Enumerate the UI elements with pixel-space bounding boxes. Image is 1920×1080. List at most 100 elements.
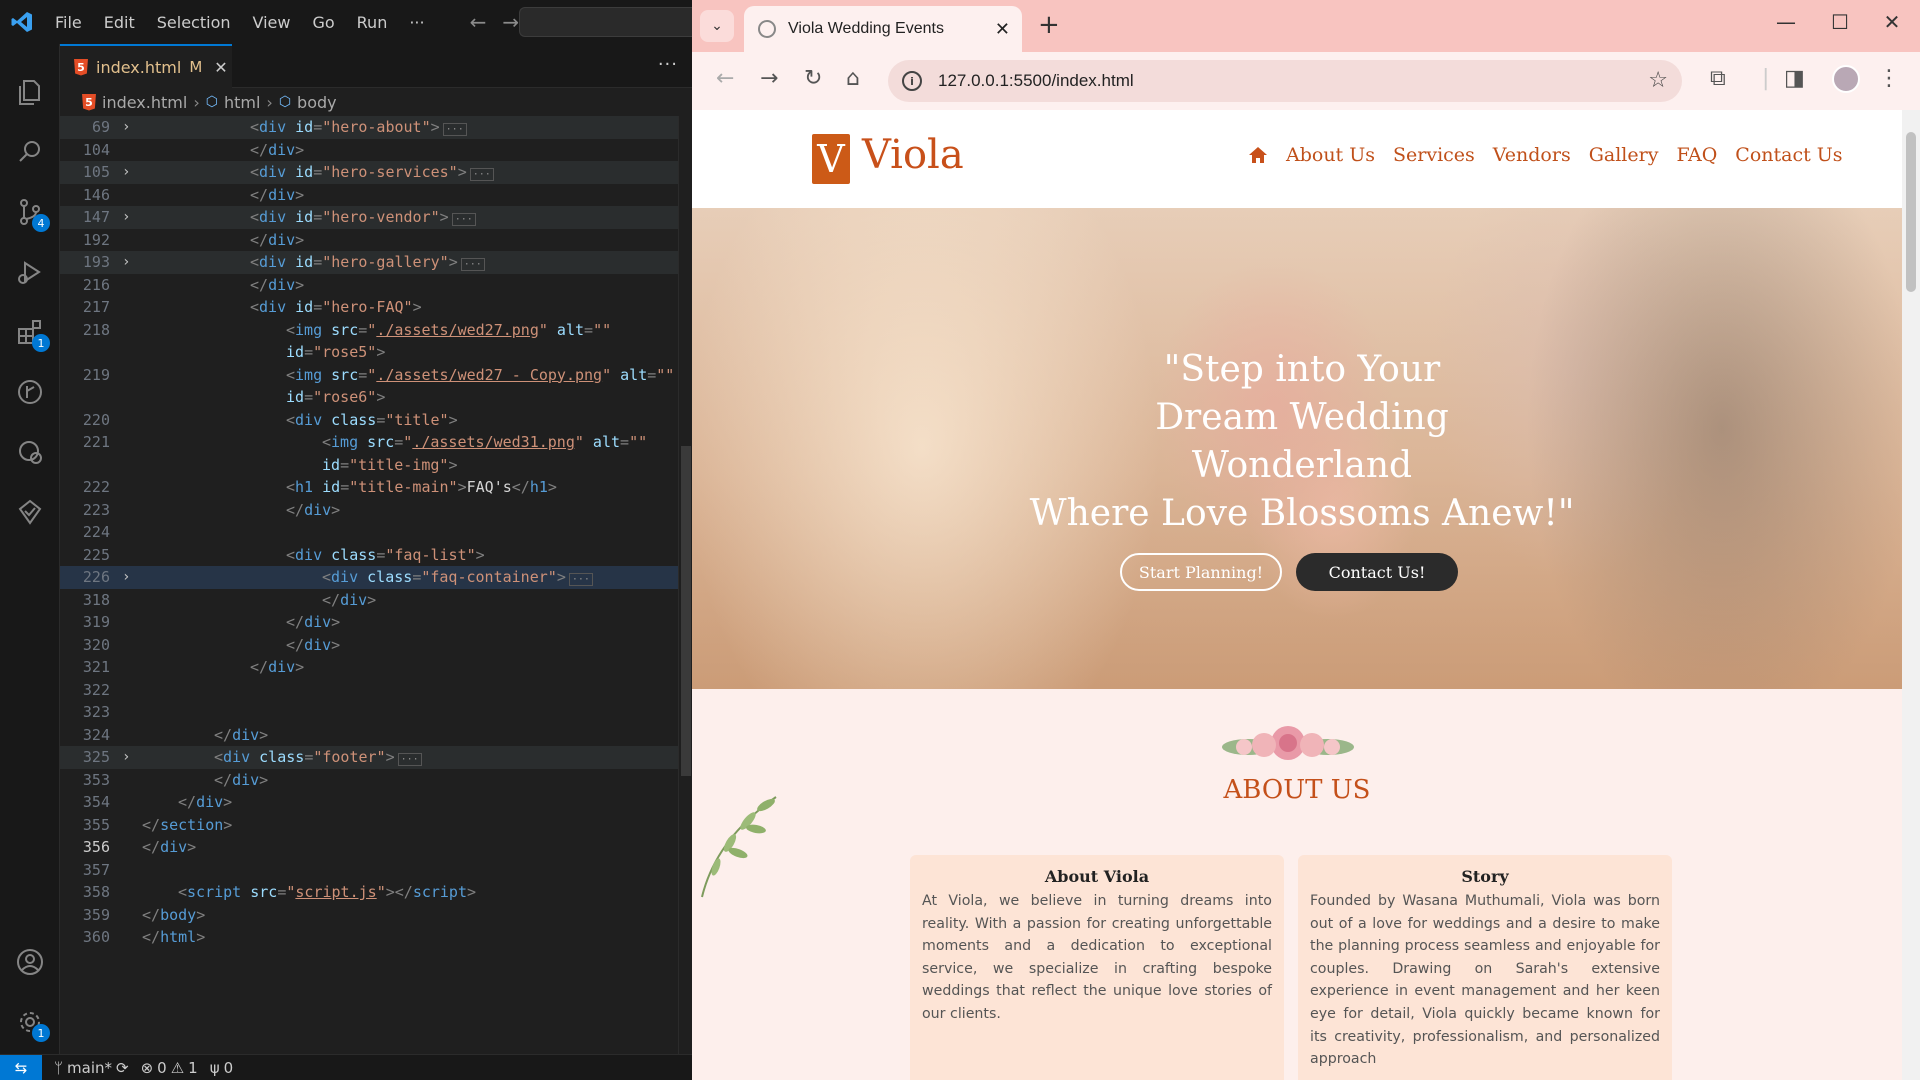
- tab-close-icon[interactable]: ✕: [214, 58, 227, 77]
- contact-us-button[interactable]: Contact Us!: [1296, 553, 1458, 591]
- code-line[interactable]: 320 </div>: [60, 634, 692, 657]
- accounts-icon[interactable]: [0, 934, 60, 990]
- page-scrollbar[interactable]: [1902, 110, 1920, 1080]
- forward-arrow-icon[interactable]: →: [502, 10, 519, 34]
- code-line[interactable]: 325 › <div class="footer"> ···: [60, 746, 692, 769]
- new-tab-icon[interactable]: +: [1038, 10, 1060, 40]
- code-line[interactable]: 216 </div>: [60, 274, 692, 297]
- url-text[interactable]: 127.0.0.1:5500/index.html: [938, 71, 1134, 91]
- explorer-icon[interactable]: [0, 64, 60, 120]
- ports-status[interactable]: ψ 0: [210, 1059, 233, 1077]
- code-line[interactable]: id="rose5">: [60, 341, 692, 364]
- code-line[interactable]: 359 </body>: [60, 904, 692, 927]
- folded-region-ellipsis[interactable]: ···: [460, 258, 485, 271]
- menu-selection[interactable]: Selection: [146, 13, 242, 32]
- nav-faq[interactable]: FAQ: [1676, 144, 1717, 166]
- tab-search-icon[interactable]: ⌄: [700, 10, 734, 42]
- home-icon[interactable]: [1248, 146, 1268, 164]
- folded-region-ellipsis[interactable]: ···: [469, 168, 494, 181]
- code-line[interactable]: 324 </div>: [60, 724, 692, 747]
- more-actions-icon[interactable]: ···: [658, 54, 678, 75]
- code-line[interactable]: 220 <div class="title">: [60, 409, 692, 432]
- errors-warnings-status[interactable]: ⊗ 0 ⚠ 1: [141, 1059, 198, 1077]
- browser-tab[interactable]: Viola Wedding Events ✕: [744, 6, 1022, 52]
- nav-contact-us[interactable]: Contact Us: [1735, 144, 1842, 166]
- testing-icon[interactable]: [0, 484, 60, 540]
- editor-scroll-thumb[interactable]: [681, 446, 691, 776]
- code-line[interactable]: 358 <script src="script.js"></script>: [60, 881, 692, 904]
- start-planning-button[interactable]: Start Planning!: [1120, 553, 1282, 591]
- menu-more[interactable]: ···: [398, 13, 435, 32]
- code-line[interactable]: 226 › <div class="faq-container"> ···: [60, 566, 692, 589]
- back-arrow-icon[interactable]: ←: [470, 10, 487, 34]
- fold-chevron-icon[interactable]: ›: [122, 251, 130, 274]
- code-line[interactable]: id="rose6">: [60, 386, 692, 409]
- sync-icon[interactable]: ⟳: [116, 1059, 129, 1077]
- code-line[interactable]: 219 <img src="./assets/wed27 - Copy.png" …: [60, 364, 692, 387]
- breadcrumb-file[interactable]: index.html: [102, 93, 187, 112]
- site-info-icon[interactable]: i: [902, 71, 922, 91]
- breadcrumb-html[interactable]: html: [224, 93, 260, 112]
- code-line[interactable]: 360 </html>: [60, 926, 692, 949]
- code-line[interactable]: 69 › <div id="hero-about"> ···: [60, 116, 692, 139]
- code-line[interactable]: 321 </div>: [60, 656, 692, 679]
- fold-chevron-icon[interactable]: ›: [122, 746, 130, 769]
- code-line[interactable]: 356 </div>: [60, 836, 692, 859]
- folded-region-ellipsis[interactable]: ···: [442, 123, 467, 136]
- nav-services[interactable]: Services: [1393, 144, 1475, 166]
- folded-region-ellipsis[interactable]: ···: [568, 573, 593, 586]
- menu-go[interactable]: Go: [301, 13, 345, 32]
- folded-region-ellipsis[interactable]: ···: [451, 213, 476, 226]
- branch-status[interactable]: ᛘ main* ⟳: [54, 1059, 129, 1077]
- code-editor[interactable]: 69 › <div id="hero-about"> ··· 104 </div> 105 ›…: [60, 116, 692, 1054]
- address-bar[interactable]: i 127.0.0.1:5500/index.html ☆: [888, 60, 1682, 102]
- remote-explorer-icon[interactable]: [0, 424, 60, 480]
- code-line[interactable]: 224: [60, 521, 692, 544]
- fold-chevron-icon[interactable]: ›: [122, 206, 130, 229]
- code-line[interactable]: 322: [60, 679, 692, 702]
- code-line[interactable]: 222 <h1 id="title-main">FAQ's</h1>: [60, 476, 692, 499]
- code-line[interactable]: 318 </div>: [60, 589, 692, 612]
- menu-view[interactable]: View: [242, 13, 302, 32]
- search-icon[interactable]: [0, 124, 60, 180]
- bookmark-star-icon[interactable]: ☆: [1648, 68, 1668, 93]
- maximize-icon[interactable]: ☐: [1812, 10, 1868, 34]
- code-line[interactable]: 217 <div id="hero-FAQ">: [60, 296, 692, 319]
- code-line[interactable]: 355 </section>: [60, 814, 692, 837]
- folded-region-ellipsis[interactable]: ···: [397, 753, 422, 766]
- code-line[interactable]: 354 </div>: [60, 791, 692, 814]
- profile-avatar[interactable]: [1832, 65, 1860, 93]
- code-line[interactable]: 319 </div>: [60, 611, 692, 634]
- tab-index-html[interactable]: 5 index.html M ✕: [60, 44, 232, 88]
- code-line[interactable]: 146 </div>: [60, 184, 692, 207]
- logo-text[interactable]: Viola: [862, 132, 964, 178]
- code-line[interactable]: 192 </div>: [60, 229, 692, 252]
- nav-vendors[interactable]: Vendors: [1493, 144, 1571, 166]
- settings-gear-icon[interactable]: 1: [0, 994, 60, 1050]
- back-icon[interactable]: ←: [716, 66, 734, 91]
- close-window-icon[interactable]: ✕: [1864, 10, 1920, 34]
- fold-chevron-icon[interactable]: ›: [122, 161, 130, 184]
- nav-gallery[interactable]: Gallery: [1589, 144, 1659, 166]
- page-scroll-thumb[interactable]: [1906, 132, 1916, 292]
- breadcrumb-body[interactable]: body: [297, 93, 337, 112]
- menu-file[interactable]: File: [44, 13, 93, 32]
- code-line[interactable]: 218 <img src="./assets/wed27.png" alt="": [60, 319, 692, 342]
- browser-menu-icon[interactable]: ⋮: [1878, 66, 1900, 91]
- run-debug-icon[interactable]: [0, 244, 60, 300]
- code-line[interactable]: 225 <div class="faq-list">: [60, 544, 692, 567]
- fold-chevron-icon[interactable]: ›: [122, 116, 130, 139]
- editor-scrollbar[interactable]: [678, 116, 692, 1054]
- menu-edit[interactable]: Edit: [93, 13, 146, 32]
- close-tab-icon[interactable]: ✕: [995, 19, 1010, 40]
- extensions-puzzle-icon[interactable]: ⧉: [1710, 66, 1726, 91]
- code-line[interactable]: 221 <img src="./assets/wed31.png" alt="": [60, 431, 692, 454]
- forward-icon[interactable]: →: [760, 66, 778, 91]
- home-icon[interactable]: ⌂: [846, 66, 860, 91]
- command-center-input[interactable]: [519, 7, 692, 37]
- remote-indicator-icon[interactable]: ⇆: [0, 1054, 42, 1080]
- nav-about-us[interactable]: About Us: [1286, 144, 1375, 166]
- extensions-icon[interactable]: 1: [0, 304, 60, 360]
- minimize-icon[interactable]: —: [1758, 10, 1814, 34]
- logo-mark[interactable]: V: [812, 134, 850, 184]
